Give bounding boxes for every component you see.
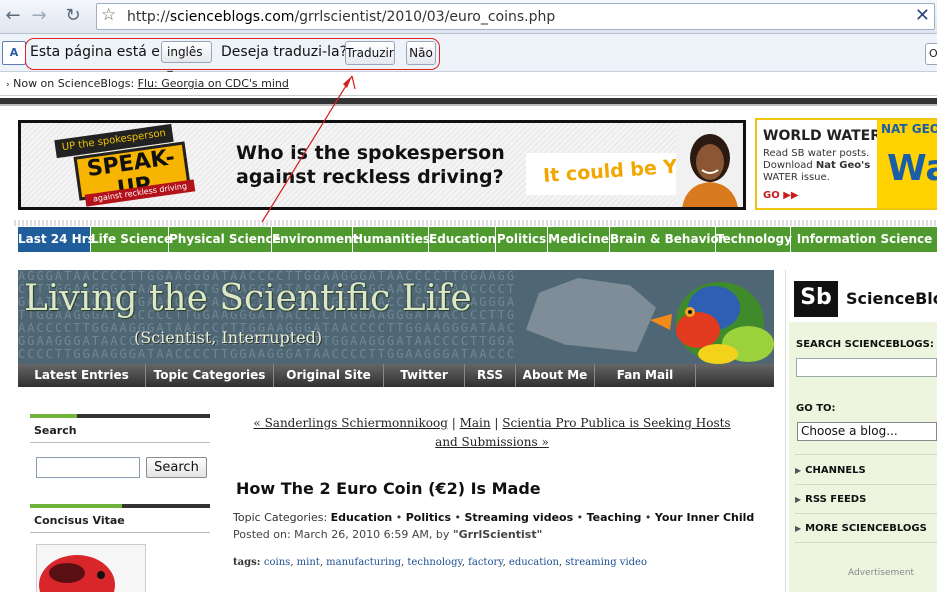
sb-search-label: SEARCH SCIENCEBLOGS: bbox=[796, 339, 934, 350]
translate-question: Deseja traduzi-la? bbox=[221, 44, 347, 60]
blog-nav-fan-mail[interactable]: Fan Mail bbox=[595, 364, 696, 387]
now-on-scienceblogs-bar: › Now on ScienceBlogs: Flu: Georgia on C… bbox=[0, 72, 937, 96]
lorikeet-image bbox=[650, 282, 774, 364]
translate-button[interactable]: Traduzir bbox=[345, 41, 395, 65]
sb-link-rss-feeds[interactable]: ▶ RSS FEEDS bbox=[795, 494, 866, 505]
category-link[interactable]: Education bbox=[331, 511, 393, 524]
blog-select[interactable]: Choose a blog... bbox=[797, 422, 937, 441]
nav-item-physical-science[interactable]: Physical Science bbox=[169, 227, 281, 252]
sb-search-input[interactable] bbox=[796, 358, 937, 377]
vitae-widget-line bbox=[30, 532, 210, 533]
translate-infobar: A Esta página está em inglês ▼ Deseja tr… bbox=[0, 34, 937, 78]
blog-subtitle: (Scientist, Interrupted) bbox=[134, 328, 323, 347]
post-title[interactable]: How The 2 Euro Coin (€2) Is Made bbox=[236, 479, 541, 498]
ad-side-body: Read SB water posts. Download Nat Geo's … bbox=[763, 148, 871, 183]
nav-item-politics[interactable]: Politics bbox=[496, 227, 548, 252]
triangle-right-icon: ▶ bbox=[795, 466, 802, 475]
author-link[interactable]: "GrrlScientist" bbox=[453, 528, 542, 541]
nav-item-brain-behavior[interactable]: Brain & Behavior bbox=[610, 227, 725, 252]
vitae-widget-title: Concisus Vitae bbox=[34, 514, 125, 527]
search-input[interactable] bbox=[36, 457, 140, 478]
blog-nav-original-site[interactable]: Original Site bbox=[274, 364, 384, 387]
category-link[interactable]: Teaching bbox=[587, 511, 642, 524]
prev-post-link[interactable]: « Sanderlings Schiermonnikoog bbox=[253, 416, 447, 430]
triangle-right-icon: ▶ bbox=[795, 495, 802, 504]
ad-side-go-link[interactable]: GO ▶▶ bbox=[763, 190, 799, 201]
nav-item-environment[interactable]: Environment bbox=[272, 227, 358, 252]
tag-link[interactable]: streaming video bbox=[565, 557, 647, 568]
tag-link[interactable]: mint bbox=[297, 557, 320, 568]
nat-geo-magazine-cover: NAT GEO Wa bbox=[877, 120, 937, 208]
post-categories: Topic Categories: Education • Politics •… bbox=[233, 511, 755, 524]
tag-link[interactable]: factory bbox=[468, 557, 502, 568]
translate-options-button[interactable]: O bbox=[925, 43, 937, 65]
language-select[interactable]: inglês ▼ bbox=[161, 41, 212, 78]
post-meta: Posted on: March 26, 2010 6:59 AM, by "G… bbox=[233, 528, 543, 541]
main-link[interactable]: Main bbox=[460, 416, 491, 430]
vitae-widget-rule bbox=[30, 504, 210, 508]
ad-person-image bbox=[676, 126, 743, 207]
tag-link[interactable]: manufacturing bbox=[326, 557, 401, 568]
now-prefix: Now on ScienceBlogs: bbox=[13, 77, 135, 90]
sb-separator bbox=[795, 542, 937, 543]
blog-nav-about-me[interactable]: About Me bbox=[516, 364, 595, 387]
triangle-right-icon: ▶ bbox=[795, 524, 802, 533]
tag-link[interactable]: technology bbox=[407, 557, 461, 568]
search-widget-rule bbox=[30, 414, 210, 418]
blog-title: Living the Scientific Life bbox=[24, 278, 472, 319]
url-text[interactable]: http://scienceblogs.com/grrlscientist/20… bbox=[127, 9, 555, 25]
reload-icon[interactable]: ↻ bbox=[62, 6, 84, 28]
browser-toolbar: ← → ↻ ☆ http://scienceblogs.com/grrlscie… bbox=[0, 0, 937, 34]
nav-item-technology[interactable]: Technology bbox=[716, 227, 792, 252]
now-link[interactable]: Flu: Georgia on CDC's mind bbox=[138, 77, 289, 90]
search-button[interactable]: Search bbox=[146, 457, 207, 478]
world-water-day-ad[interactable]: WORLD WATER DAY Read SB water posts. Dow… bbox=[755, 118, 937, 210]
ad-divider bbox=[14, 220, 937, 226]
scienceblogs-logo-icon[interactable]: Sb bbox=[794, 281, 838, 317]
back-arrow-icon[interactable]: ← bbox=[2, 6, 24, 28]
sb-separator bbox=[795, 513, 937, 514]
nav-item-education[interactable]: Education bbox=[429, 227, 496, 252]
channel-nav: Last 24 Hrs Life Science Physical Scienc… bbox=[18, 227, 937, 252]
ad-headline: Who is the spokesperson against reckless… bbox=[236, 142, 505, 188]
address-bar[interactable]: ☆ http://scienceblogs.com/grrlscientist/… bbox=[96, 3, 935, 30]
blog-nav-topic-categories[interactable]: Topic Categories bbox=[146, 364, 274, 387]
nav-item-life-science[interactable]: Life Science bbox=[91, 227, 172, 252]
category-link[interactable]: Your Inner Child bbox=[655, 511, 754, 524]
author-photo bbox=[36, 544, 146, 592]
blog-nav-twitter[interactable]: Twitter bbox=[384, 364, 465, 387]
sb-separator bbox=[795, 454, 937, 455]
translate-icon: A bbox=[2, 41, 26, 65]
category-link[interactable]: Politics bbox=[406, 511, 451, 524]
no-translate-button[interactable]: Não bbox=[406, 41, 436, 65]
forward-arrow-icon[interactable]: → bbox=[28, 6, 50, 28]
page-top-rule-light bbox=[0, 104, 937, 106]
search-widget-line bbox=[30, 442, 210, 443]
translate-prompt: Esta página está em bbox=[30, 44, 174, 60]
sb-link-channels[interactable]: ▶ CHANNELS bbox=[795, 465, 866, 476]
advertisement-label: Advertisement bbox=[848, 568, 915, 578]
post-tags: tags: coins, mint, manufacturing, techno… bbox=[233, 557, 647, 568]
nav-item-humanities[interactable]: Humanities bbox=[353, 227, 430, 252]
nav-item-information-science[interactable]: Information Science bbox=[791, 227, 937, 252]
bookmark-star-icon[interactable]: ☆ bbox=[101, 5, 116, 25]
speak-up-banner-ad[interactable]: UP the spokesperson SPEAK-UP against rec… bbox=[18, 120, 746, 210]
category-link[interactable]: Streaming videos bbox=[465, 511, 574, 524]
post-navigation: « Sanderlings Schiermonnikoog | Main | S… bbox=[253, 416, 731, 449]
blog-banner[interactable]: AGGGATAACCCCTTGGAAGGGATAACCCCTTGGAAGGGAT… bbox=[18, 270, 774, 364]
sb-link-more-scienceblogs[interactable]: ▶ MORE SCIENCEBLOGS bbox=[795, 523, 927, 534]
close-icon[interactable]: ✕ bbox=[915, 5, 930, 26]
sb-goto-label: GO TO: bbox=[796, 403, 836, 414]
blog-nav: Latest Entries Topic Categories Original… bbox=[18, 364, 774, 387]
blog-nav-rss[interactable]: RSS bbox=[465, 364, 516, 387]
search-widget-title: Search bbox=[34, 424, 77, 437]
blog-nav-latest-entries[interactable]: Latest Entries bbox=[18, 364, 146, 387]
sb-separator bbox=[795, 484, 937, 485]
tag-link[interactable]: coins bbox=[264, 557, 290, 568]
scienceblogs-logo-text[interactable]: ScienceBlogs bbox=[846, 289, 937, 308]
tag-link[interactable]: education bbox=[509, 557, 559, 568]
chevron-right-icon: › bbox=[6, 80, 10, 90]
nav-item-medicine[interactable]: Medicine bbox=[548, 227, 610, 252]
nav-item-last-24-hrs[interactable]: Last 24 Hrs bbox=[18, 227, 95, 252]
